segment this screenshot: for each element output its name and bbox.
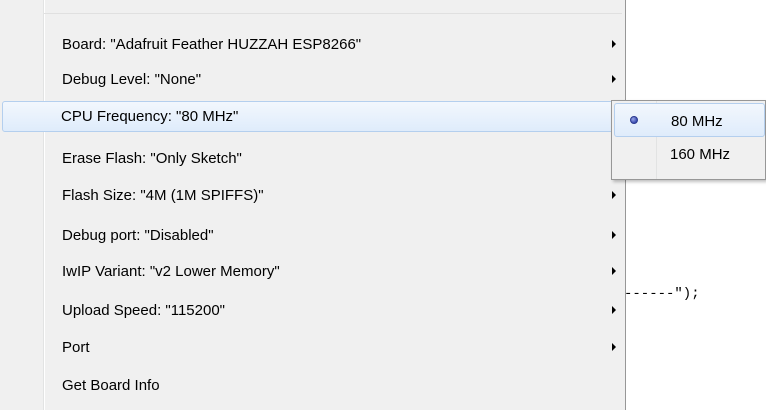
menu-item-label: Get Board Info bbox=[62, 377, 160, 394]
submenu-arrow-icon bbox=[612, 191, 616, 199]
submenu-arrow-icon bbox=[612, 306, 616, 314]
submenu-arrow-icon bbox=[612, 343, 616, 351]
menu-item-erase-flash[interactable]: Erase Flash: "Only Sketch" bbox=[2, 143, 622, 174]
submenu-arrow-icon bbox=[612, 231, 616, 239]
menu-item-label: Port bbox=[62, 339, 90, 356]
menu-item-lwip-variant[interactable]: IwIP Variant: "v2 Lower Memory" bbox=[2, 256, 622, 287]
submenu-item-label: 80 MHz bbox=[671, 113, 723, 130]
submenu-item-80mhz[interactable]: 80 MHz bbox=[614, 103, 765, 137]
submenu-arrow-icon bbox=[612, 267, 616, 275]
menu-item-port[interactable]: Port bbox=[2, 332, 622, 363]
menu-item-get-board-info[interactable]: Get Board Info bbox=[2, 370, 622, 401]
submenu-arrow-icon bbox=[612, 75, 616, 83]
menu-item-label: Debug port: "Disabled" bbox=[62, 227, 214, 244]
menu-item-label: IwIP Variant: "v2 Lower Memory" bbox=[62, 263, 280, 280]
menu-item-label: Debug Level: "None" bbox=[62, 71, 202, 88]
menu-item-debug-level[interactable]: Debug Level: "None" bbox=[2, 64, 622, 95]
submenu-arrow-icon bbox=[612, 40, 616, 48]
cpu-frequency-submenu: 80 MHz 160 MHz bbox=[611, 100, 766, 180]
menu-item-flash-size[interactable]: Flash Size: "4M (1M SPIFFS)" bbox=[2, 180, 622, 211]
menu-item-label: Flash Size: "4M (1M SPIFFS)" bbox=[62, 187, 264, 204]
radio-selected-icon bbox=[630, 116, 638, 124]
code-fragment: ------"); bbox=[624, 286, 700, 302]
menu-item-label: Upload Speed: "115200" bbox=[62, 302, 226, 319]
menu-item-label: Board: "Adafruit Feather HUZZAH ESP8266" bbox=[62, 36, 362, 53]
menu-separator bbox=[44, 13, 622, 14]
menu-item-debug-port[interactable]: Debug port: "Disabled" bbox=[2, 220, 622, 251]
tools-menu: Board: "Adafruit Feather HUZZAH ESP8266"… bbox=[0, 0, 626, 410]
submenu-item-160mhz[interactable]: 160 MHz bbox=[614, 139, 765, 173]
menu-item-cpu-frequency[interactable]: CPU Frequency: "80 MHz" bbox=[2, 101, 622, 132]
menu-item-board[interactable]: Board: "Adafruit Feather HUZZAH ESP8266" bbox=[2, 29, 622, 60]
submenu-item-label: 160 MHz bbox=[670, 146, 731, 163]
menu-item-upload-speed[interactable]: Upload Speed: "115200" bbox=[2, 295, 622, 326]
menu-item-label: Erase Flash: "Only Sketch" bbox=[62, 150, 242, 167]
menu-item-label: CPU Frequency: "80 MHz" bbox=[61, 108, 239, 125]
